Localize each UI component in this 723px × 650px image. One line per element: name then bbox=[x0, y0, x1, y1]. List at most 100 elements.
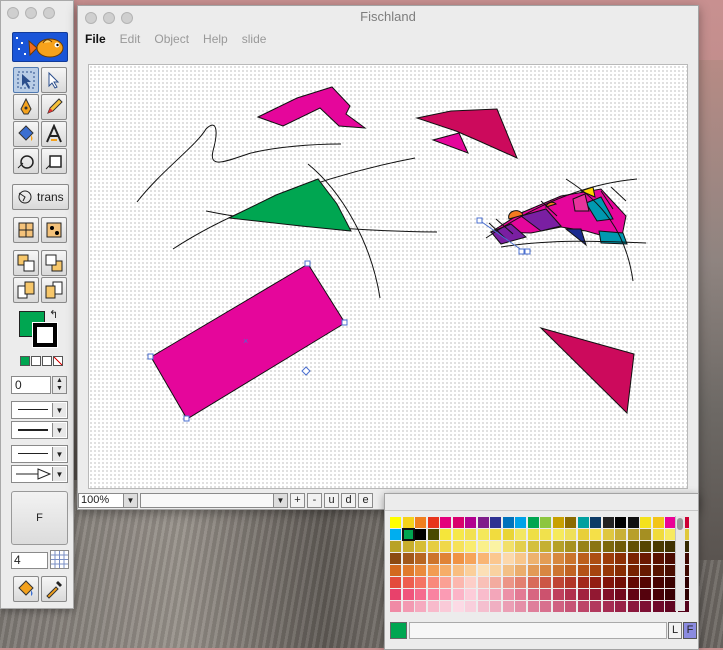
color-swatch[interactable] bbox=[440, 601, 451, 612]
color-swatch[interactable] bbox=[402, 589, 414, 600]
crimson-triangle[interactable] bbox=[539, 326, 635, 415]
pencil-tool[interactable] bbox=[41, 94, 67, 120]
line-weight-select[interactable]: ▼ bbox=[11, 421, 68, 439]
color-swatch[interactable] bbox=[515, 541, 526, 552]
color-swatch[interactable] bbox=[415, 517, 426, 528]
color-swatch[interactable] bbox=[627, 589, 639, 600]
color-swatch[interactable] bbox=[602, 577, 614, 588]
arrowhead-select[interactable]: ▼ bbox=[11, 465, 68, 483]
color-swatch[interactable] bbox=[527, 553, 539, 564]
color-swatch[interactable] bbox=[452, 529, 464, 540]
color-swatch[interactable] bbox=[552, 517, 564, 528]
color-swatch[interactable] bbox=[427, 517, 439, 528]
color-swatch[interactable] bbox=[577, 589, 589, 600]
color-swatch[interactable] bbox=[652, 565, 664, 576]
color-swatch[interactable] bbox=[502, 577, 514, 588]
color-swatch[interactable] bbox=[540, 553, 551, 564]
page-select[interactable]: ▼ bbox=[140, 492, 288, 508]
line-start-select[interactable]: ▼ bbox=[11, 445, 68, 463]
color-swatch[interactable] bbox=[527, 601, 539, 612]
color-swatch[interactable] bbox=[502, 541, 514, 552]
color-swatch[interactable] bbox=[640, 529, 651, 540]
color-swatch[interactable] bbox=[402, 565, 414, 576]
color-swatch[interactable] bbox=[440, 565, 451, 576]
color-swatch[interactable] bbox=[615, 577, 626, 588]
color-swatch[interactable] bbox=[640, 565, 651, 576]
composite-fish-shape[interactable] bbox=[476, 178, 647, 282]
color-swatch[interactable] bbox=[440, 577, 451, 588]
color-swatch[interactable] bbox=[602, 601, 614, 612]
color-swatch[interactable] bbox=[502, 529, 514, 540]
color-swatch[interactable] bbox=[515, 529, 526, 540]
color-swatch[interactable] bbox=[452, 565, 464, 576]
color-swatch[interactable] bbox=[465, 541, 476, 552]
color-swatch[interactable] bbox=[415, 541, 426, 552]
magenta-shape-top[interactable] bbox=[256, 86, 367, 129]
transform-tool[interactable]: trans bbox=[12, 184, 69, 210]
swap-colors-icon[interactable]: ↰ bbox=[49, 308, 58, 321]
color-swatch[interactable] bbox=[565, 529, 576, 540]
color-swatch[interactable] bbox=[577, 565, 589, 576]
color-swatch[interactable] bbox=[615, 517, 626, 528]
direct-select-tool[interactable] bbox=[41, 67, 67, 93]
color-swatch[interactable] bbox=[552, 601, 564, 612]
minimize-button[interactable] bbox=[25, 7, 37, 19]
grid-size-field[interactable]: 4 bbox=[11, 552, 48, 569]
color-swatch[interactable] bbox=[415, 553, 426, 564]
edit-button[interactable]: e bbox=[358, 492, 373, 508]
pen-tool[interactable] bbox=[13, 94, 39, 120]
color-swatch[interactable] bbox=[452, 541, 464, 552]
color-swatch[interactable] bbox=[577, 517, 589, 528]
color-swatch[interactable] bbox=[527, 589, 539, 600]
color-swatch[interactable] bbox=[465, 553, 476, 564]
color-swatch[interactable] bbox=[540, 565, 551, 576]
color-swatch[interactable] bbox=[390, 517, 401, 528]
color-swatch[interactable] bbox=[515, 601, 526, 612]
color-mode-solid[interactable] bbox=[20, 356, 30, 366]
color-swatch[interactable] bbox=[577, 529, 589, 540]
menu-edit[interactable]: Edit bbox=[113, 30, 148, 48]
color-swatch[interactable] bbox=[615, 553, 626, 564]
move-down-button[interactable]: d bbox=[341, 492, 356, 508]
color-swatch[interactable] bbox=[390, 565, 401, 576]
color-swatch[interactable] bbox=[577, 553, 589, 564]
color-swatch[interactable] bbox=[565, 565, 576, 576]
color-swatch[interactable] bbox=[477, 541, 489, 552]
color-swatch[interactable] bbox=[415, 565, 426, 576]
color-swatch[interactable] bbox=[490, 529, 501, 540]
color-swatch[interactable] bbox=[490, 577, 501, 588]
color-swatch[interactable] bbox=[540, 517, 551, 528]
zoom-select[interactable]: 100% ▼ bbox=[78, 492, 138, 508]
palette-scrollbar[interactable] bbox=[675, 516, 685, 611]
color-swatch[interactable] bbox=[401, 528, 415, 541]
color-swatch[interactable] bbox=[415, 589, 426, 600]
color-swatch[interactable] bbox=[590, 553, 601, 564]
color-swatch[interactable] bbox=[527, 529, 539, 540]
color-swatch[interactable] bbox=[590, 577, 601, 588]
menu-slide[interactable]: slide bbox=[235, 30, 274, 48]
close-button[interactable] bbox=[7, 7, 19, 19]
color-swatch[interactable] bbox=[477, 553, 489, 564]
color-swatch[interactable] bbox=[402, 553, 414, 564]
color-swatch[interactable] bbox=[390, 541, 401, 552]
color-name-field[interactable] bbox=[409, 622, 667, 639]
line-width-stepper[interactable]: ▲ ▼ bbox=[52, 376, 67, 394]
green-wedge-shape[interactable] bbox=[227, 178, 352, 232]
color-swatch[interactable] bbox=[477, 589, 489, 600]
color-swatch[interactable] bbox=[490, 541, 501, 552]
color-swatch[interactable] bbox=[465, 565, 476, 576]
color-swatch[interactable] bbox=[540, 577, 551, 588]
color-swatch[interactable] bbox=[640, 577, 651, 588]
zoom-out-button[interactable]: - bbox=[307, 492, 322, 508]
color-swatch[interactable] bbox=[452, 577, 464, 588]
color-swatch[interactable] bbox=[402, 577, 414, 588]
color-swatch[interactable] bbox=[652, 517, 664, 528]
forward-tool[interactable] bbox=[13, 277, 39, 303]
color-swatch[interactable] bbox=[652, 577, 664, 588]
color-swatch[interactable] bbox=[615, 541, 626, 552]
color-swatch[interactable] bbox=[402, 601, 414, 612]
color-swatch[interactable] bbox=[602, 541, 614, 552]
arrange-tool-1[interactable] bbox=[13, 217, 39, 243]
color-swatch[interactable] bbox=[565, 517, 576, 528]
color-swatch[interactable] bbox=[427, 541, 439, 552]
